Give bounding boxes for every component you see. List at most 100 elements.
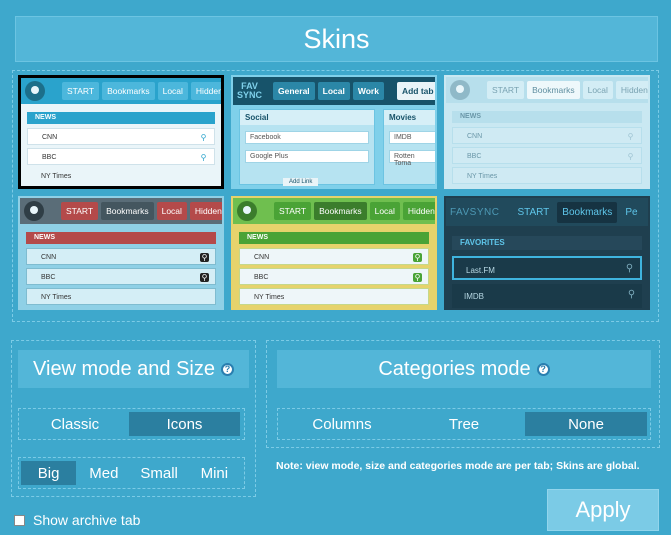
preview-tab: START (274, 202, 312, 220)
preview-row: CNN ⚲ (239, 248, 429, 265)
preview-tab: Hidden (615, 81, 648, 99)
preview-row: NY Times (26, 288, 216, 305)
skin-preview-tabbar: START Bookmarks Local Hidden (233, 198, 435, 224)
show-archive-toggle[interactable]: Show archive tab (14, 512, 140, 528)
preview-tab: Local (582, 81, 613, 99)
preview-row: NY Times (452, 167, 642, 184)
preview-tab: Bookmarks (527, 81, 580, 99)
view-mode-title: View mode and Size (33, 357, 215, 380)
logo-icon (24, 201, 44, 221)
view-mode-classic[interactable]: Classic (21, 412, 129, 436)
search-icon: ⚲ (200, 273, 209, 282)
search-icon: ⚲ (627, 152, 634, 161)
size-options: Big Med Small Mini (18, 457, 245, 489)
view-mode-heading: View mode and Size ? (18, 350, 249, 388)
categories-mode-title: Categories mode (378, 357, 531, 380)
categories-mode-options: Columns Tree None (277, 408, 651, 440)
skin-option-green[interactable]: START Bookmarks Local Hidden NEWS CNN ⚲ B… (231, 196, 437, 310)
favsync-logo: FAV SYNC (237, 81, 263, 100)
search-icon: ⚲ (413, 273, 422, 282)
preview-row: NY Times (41, 173, 72, 180)
preview-column-title: Social (240, 110, 374, 125)
preview-row: BBC ⚲ (26, 268, 216, 285)
search-icon: ⚲ (413, 253, 422, 262)
preview-row: BBC ⚲ (27, 148, 215, 165)
size-mini[interactable]: Mini (187, 461, 242, 485)
help-icon[interactable]: ? (536, 362, 550, 376)
skins-panel: START Bookmarks Local Hidden NEWS CNN ⚲ B… (12, 70, 659, 322)
skin-option-default[interactable]: START Bookmarks Local Hidden NEWS CNN ⚲ B… (18, 75, 224, 189)
preview-tab: Hidden (189, 202, 222, 220)
skin-preview-tabbar: START Bookmarks Local Hidden (446, 77, 648, 103)
skin-option-red[interactable]: START Bookmarks Local Hidden NEWS CNN ⚲ B… (18, 196, 224, 310)
preview-row: IMDB ⚲ (452, 284, 642, 308)
preview-tab: Hidden (402, 202, 435, 220)
archive-label: Show archive tab (33, 512, 141, 528)
preview-tab: Bookmarks (102, 82, 155, 100)
preview-tab: START (487, 81, 525, 99)
apply-button[interactable]: Apply (547, 489, 659, 531)
preview-row: Facebook (245, 131, 369, 144)
preview-row: NY Times (239, 288, 429, 305)
preview-tab: Pe (625, 206, 638, 218)
preview-tab: START (517, 206, 550, 218)
preview-category: NEWS (27, 112, 215, 124)
skin-preview-tabbar: FAV SYNC General Local Work Add tab (233, 77, 435, 105)
categories-mode-panel: Categories mode ? Columns Tree None (266, 340, 660, 448)
preview-tab: Local (156, 202, 187, 220)
skin-option-dark[interactable]: FAVSYNC START Bookmarks Pe FAVORITES Las… (444, 196, 650, 310)
preview-row: BBC ⚲ (239, 268, 429, 285)
categories-mode-heading: Categories mode ? (277, 350, 651, 388)
preview-row: CNN ⚲ (27, 128, 215, 145)
size-big[interactable]: Big (21, 461, 77, 485)
preview-row: Last.FM ⚲ (452, 256, 642, 280)
search-icon: ⚲ (200, 253, 209, 262)
skin-preview-tabbar: START Bookmarks Local Hidden (20, 198, 222, 224)
skin-option-pale[interactable]: START Bookmarks Local Hidden NEWS CNN ⚲ B… (444, 75, 650, 189)
preview-tab: START (62, 82, 100, 100)
preview-tab: Bookmarks (557, 201, 618, 223)
preview-column: Social Facebook Google Plus (239, 109, 375, 185)
preview-column: Movies IMDB Rotten Toma (383, 109, 435, 185)
search-icon: ⚲ (200, 133, 207, 142)
skin-option-favsync[interactable]: FAV SYNC General Local Work Add tab Soci… (231, 75, 437, 189)
categories-none[interactable]: None (525, 412, 647, 436)
preview-category: NEWS (239, 232, 429, 244)
logo-icon (25, 81, 45, 101)
preview-tab: Hidden (190, 82, 221, 100)
size-med[interactable]: Med (76, 461, 131, 485)
preview-row: CNN ⚲ (452, 127, 642, 144)
search-icon: ⚲ (200, 153, 207, 162)
preview-tab: Local (317, 82, 350, 100)
logo-icon (237, 201, 257, 221)
preview-category: FAVORITES (452, 236, 642, 250)
preview-row: Google Plus (245, 150, 369, 163)
preview-row: BBC ⚲ (452, 147, 642, 164)
size-small[interactable]: Small (132, 461, 187, 485)
favsync-logo: FAVSYNC (450, 206, 500, 218)
preview-row: Rotten Toma (389, 150, 435, 167)
preview-tab: Bookmarks (101, 202, 154, 220)
logo-icon (450, 80, 470, 100)
help-icon[interactable]: ? (220, 362, 234, 376)
search-icon: ⚲ (627, 132, 634, 141)
add-link-button: Add Link (283, 178, 319, 186)
categories-columns[interactable]: Columns (281, 412, 403, 436)
archive-checkbox[interactable] (14, 514, 25, 526)
preview-tab: General (273, 82, 315, 100)
view-mode-panel: View mode and Size ? Classic Icons Big M… (11, 340, 256, 497)
preview-category: NEWS (26, 232, 216, 244)
preview-tab: Work (352, 82, 384, 100)
preview-row: IMDB (389, 131, 435, 144)
view-mode-icons[interactable]: Icons (129, 412, 240, 436)
preview-row: CNN ⚲ (26, 248, 216, 265)
preview-tab: Bookmarks (314, 202, 367, 220)
skin-preview-tabbar: FAVSYNC START Bookmarks Pe (446, 198, 648, 226)
preview-tab: Local (369, 202, 400, 220)
skin-preview-tabbar: START Bookmarks Local Hidden (21, 78, 221, 104)
add-tab-button: Add tab (396, 82, 435, 100)
categories-tree[interactable]: Tree (403, 412, 525, 436)
preview-column-title: Movies (384, 110, 435, 125)
preview-tab: Local (157, 82, 188, 100)
settings-note: Note: view mode, size and categories mod… (276, 460, 640, 472)
